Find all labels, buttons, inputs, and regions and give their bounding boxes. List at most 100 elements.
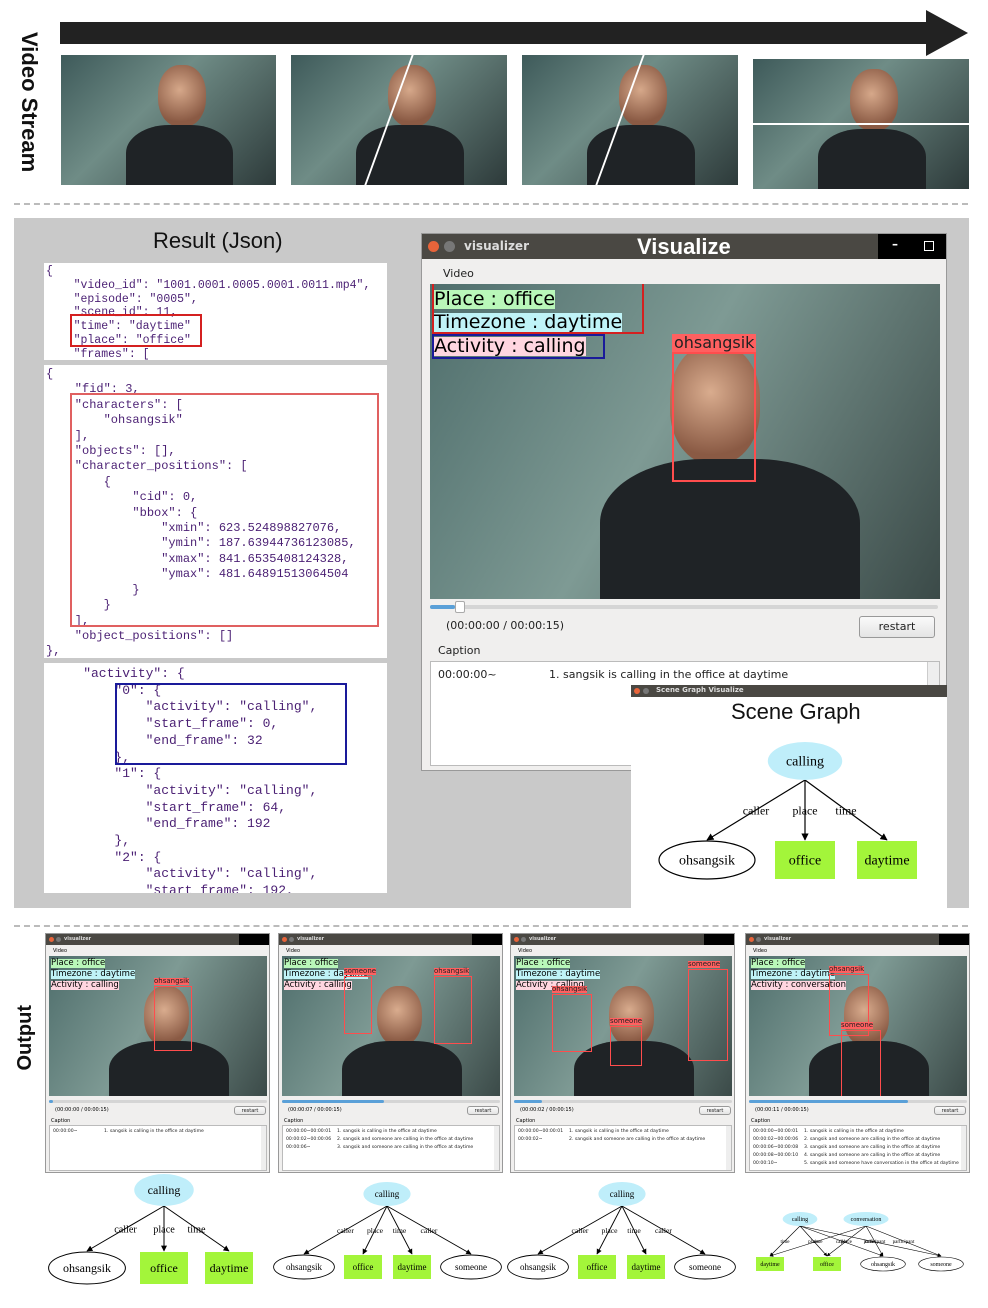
maximize-icon[interactable] [704,934,734,945]
json-line: "activity": { [52,666,185,681]
maximize-icon[interactable] [472,934,502,945]
caption-text: 1. sangsik is calling in the office at d… [104,1129,204,1134]
time-readout: (00:00:02 / 00:00:15) [520,1107,574,1113]
restart-button[interactable]: restart [859,616,935,638]
caption-text: 1. sangsik is calling in the office at d… [337,1129,437,1134]
minimize-icon[interactable] [521,937,526,942]
progress-slider[interactable] [282,1100,500,1103]
close-icon[interactable] [49,937,54,942]
output-visualizer-window: visualizer Video Place : office Timezone… [510,933,735,1173]
attribute-node [393,1255,431,1279]
menu-video[interactable]: Video [443,267,474,280]
close-icon[interactable] [514,937,519,942]
caption-text: 3. sangsik and someone are calling in th… [804,1145,941,1150]
person-node [674,1254,736,1280]
menu-video[interactable]: Video [753,948,767,954]
edge-label: place [601,1226,618,1235]
scrollbar[interactable] [494,1126,499,1170]
maximize-icon[interactable] [239,934,269,945]
graph-edge [163,1205,230,1252]
caption-time: 00:00:02~00:00:06 [286,1137,332,1142]
video-frame-thumbnail [522,55,738,185]
person-box [552,994,592,1052]
person-box [688,969,728,1061]
edge-label: caller [421,1226,438,1235]
caption-label: Caption [516,1118,536,1124]
restart-button[interactable]: restart [699,1106,731,1115]
video-frame: Place : office Timezone : daytime Activi… [430,284,940,599]
divider [14,203,968,205]
menu-video[interactable]: Video [518,948,532,954]
minimize-icon[interactable]: – [892,237,898,251]
restart-button[interactable]: restart [467,1106,499,1115]
window-controls: – [878,234,946,259]
menu-video[interactable]: Video [286,948,300,954]
edge-label: caller [865,1239,877,1245]
caption-time: 00:00:00~00:00:01 [753,1129,799,1134]
edge-label: caller [655,1226,672,1235]
maximize-icon[interactable] [924,241,934,251]
graph-edge [769,1225,801,1257]
title-bar: visualizer [511,934,734,945]
person-label: ohsangsik [154,977,190,985]
progress-slider[interactable] [49,1100,267,1103]
caption-time: 00:00:00~00:00:01 [286,1129,332,1134]
time-readout: (00:00:11 / 00:00:15) [755,1107,809,1113]
edge-label: place [808,1239,819,1245]
graph-edge [621,1205,706,1255]
activity-tag: Activity : calling [51,980,119,990]
minimize-icon[interactable] [643,688,649,694]
minimize-icon[interactable] [444,241,455,252]
scrollbar[interactable] [961,1126,966,1170]
graph-edge [386,1205,413,1255]
caption-label: Caption [751,1118,771,1124]
graph-edge [799,1225,942,1258]
person-box [610,1026,642,1066]
minimize-icon[interactable] [289,937,294,942]
minimize-icon[interactable] [56,937,61,942]
place-tag: Place : office [751,958,806,968]
menu-video[interactable]: Video [53,948,67,954]
edge-label: place [367,1226,384,1235]
caption-list: 00:00:00~00:00:01 1. sangsik is calling … [749,1125,967,1171]
video-frame: Place : office Timezone : daytime Activi… [749,956,967,1096]
attribute-node [344,1255,382,1279]
scrollbar[interactable] [261,1126,266,1170]
output-visualizer-window: visualizer Video Place : office Timezone… [278,933,503,1173]
close-icon[interactable] [634,688,640,694]
graph-edge [621,1205,647,1255]
minimize-icon[interactable] [756,937,761,942]
node-label: daytime [398,1262,427,1272]
caption-time: 00:00:00~ [53,1129,78,1134]
caption-time: 00:00:06~ [286,1145,311,1150]
scrollbar[interactable] [726,1126,731,1170]
time-readout: (00:00:00 / 00:00:15) [55,1107,109,1113]
graph-edge [537,1205,623,1255]
close-icon[interactable] [749,937,754,942]
node-label: ohsangsik [520,1262,557,1272]
node-label: calling [148,1183,181,1197]
place-tag: Place : office [516,958,571,968]
progress-slider[interactable] [514,1100,732,1103]
divider [14,925,968,927]
video-frame-thumbnail [291,55,507,185]
character-highlight [70,393,379,627]
json-line: "episode": "0005", [46,292,198,306]
restart-button[interactable]: restart [234,1106,266,1115]
title-bar: visualizer [46,934,269,945]
window-title: Scene Graph Visualize [656,686,744,694]
close-icon[interactable] [282,937,287,942]
caption-time: 00:00:00~ [438,668,497,681]
attribute-node [813,1257,841,1271]
progress-slider[interactable] [430,601,938,613]
caption-time: 00:00:06~00:00:08 [753,1145,799,1150]
restart-button[interactable]: restart [934,1106,966,1115]
person-box [154,986,192,1051]
close-icon[interactable] [428,241,439,252]
maximize-icon[interactable] [939,934,969,945]
node-label: ohsangsik [871,1262,895,1268]
node-label: ohsangsik [63,1261,111,1275]
progress-slider[interactable] [749,1100,967,1103]
node-label: someone [930,1262,952,1268]
output-visualizer-window: visualizer Video Place : office Timezone… [745,933,970,1173]
